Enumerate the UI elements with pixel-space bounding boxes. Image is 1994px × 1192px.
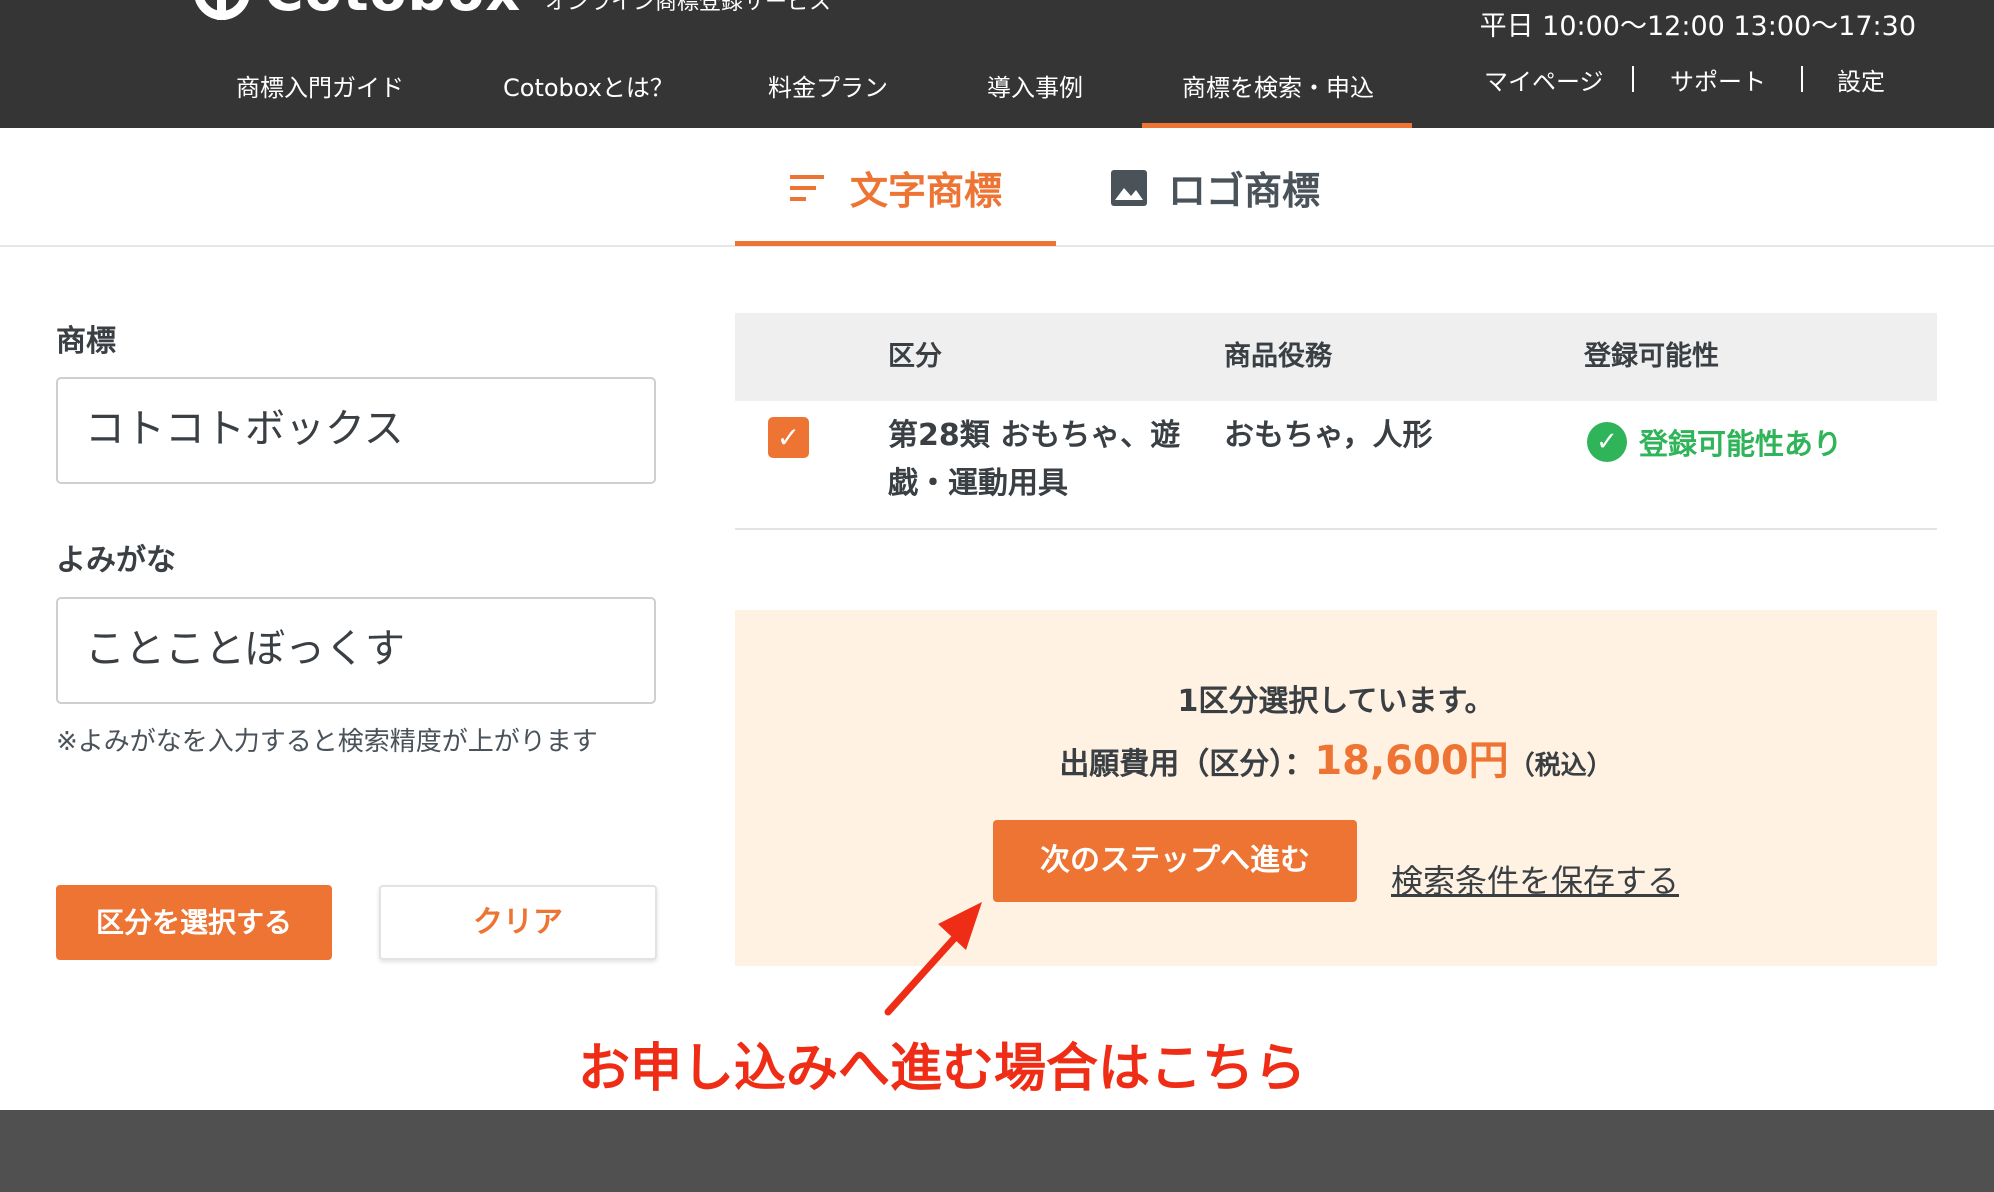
selection-summary: 1区分選択しています。 出願費用（区分）：18,600円（税込） 次のステップへ…: [735, 610, 1937, 966]
header: Cotobox オンライン商標登録サービス 平日 10:00〜12:00 13:…: [0, 0, 1994, 128]
reading-input[interactable]: ことことぼっくす: [56, 597, 656, 704]
image-icon: [1111, 169, 1147, 206]
check-icon: ✓: [776, 421, 801, 454]
select-class-button[interactable]: 区分を選択する: [56, 885, 332, 960]
fee-line: 出願費用（区分）：18,600円（税込）: [735, 728, 1937, 786]
logo-text: Cotobox: [264, 0, 521, 19]
tab-logo-label: ロゴ商標: [1168, 169, 1321, 213]
sort-lines-icon: [790, 174, 824, 201]
class-cell: 第28類 おもちゃ、遊戯・運動用具: [888, 418, 1181, 501]
nav-cases[interactable]: 導入事例: [987, 60, 1083, 128]
util-support[interactable]: サポート: [1670, 62, 1766, 97]
results-table-header: 区分 商品役務 登録可能性: [735, 313, 1937, 401]
nav-guide[interactable]: 商標入門ガイド: [236, 60, 404, 128]
clear-button[interactable]: クリア: [379, 885, 657, 960]
registrability-status: ✓ 登録可能性あり: [1587, 421, 1842, 463]
active-tab-indicator: [735, 241, 1056, 246]
logo-icon: [194, 0, 250, 20]
reading-hint: ※よみがなを入力すると検索精度が上がります: [56, 727, 598, 757]
util-divider: [1801, 66, 1803, 92]
tab-word-trademark[interactable]: 文字商標: [788, 128, 1002, 247]
next-step-button[interactable]: 次のステップへ進む: [993, 820, 1357, 902]
tagline: オンライン商標登録サービス: [545, 0, 832, 15]
fee-tax: （税込）: [1508, 751, 1613, 781]
goods-cell: おもちゃ，人形: [1224, 418, 1433, 453]
status-label: 登録可能性あり: [1639, 427, 1843, 461]
business-hours: 平日 10:00〜12:00 13:00〜17:30: [1479, 11, 1916, 42]
column-registrability: 登録可能性: [1584, 341, 1719, 372]
trademark-label: 商標: [56, 324, 116, 359]
util-divider: [1632, 66, 1634, 92]
logo[interactable]: Cotobox: [194, 0, 521, 20]
trademark-input[interactable]: コトコトボックス: [56, 377, 656, 484]
util-mypage[interactable]: マイページ: [1484, 62, 1604, 97]
util-settings[interactable]: 設定: [1837, 62, 1885, 97]
nav-about[interactable]: Cotoboxとは？: [503, 60, 674, 128]
check-circle-icon: ✓: [1587, 422, 1627, 462]
save-search-link[interactable]: 検索条件を保存する: [1391, 856, 1679, 902]
nav-pricing[interactable]: 料金プラン: [768, 60, 888, 128]
trademark-type-tabs: 文字商標 ロゴ商標: [0, 128, 1994, 247]
selected-count-text: 1区分選択しています。: [1177, 684, 1495, 719]
footer: [0, 1110, 1994, 1192]
column-goods: 商品役務: [1224, 341, 1332, 372]
fee-amount: 18,600円: [1314, 738, 1509, 784]
fee-label: 出願費用（区分）：: [1059, 747, 1315, 782]
page: Cotobox オンライン商標登録サービス 平日 10:00〜12:00 13:…: [0, 0, 1994, 1192]
tab-logo-trademark[interactable]: ロゴ商標: [1110, 128, 1320, 247]
nav-search-apply[interactable]: 商標を検索・申込: [1142, 60, 1412, 128]
table-row: ✓ 第28類 おもちゃ、遊戯・運動用具 おもちゃ，人形 ✓ 登録可能性あり: [735, 401, 1937, 530]
annotation-text: お申し込みへ進む場合はこちら: [578, 1039, 1307, 1099]
column-class: 区分: [888, 341, 942, 372]
tab-word-label: 文字商標: [850, 169, 1003, 213]
reading-label: よみがな: [56, 543, 176, 578]
row-checkbox[interactable]: ✓: [768, 417, 809, 458]
